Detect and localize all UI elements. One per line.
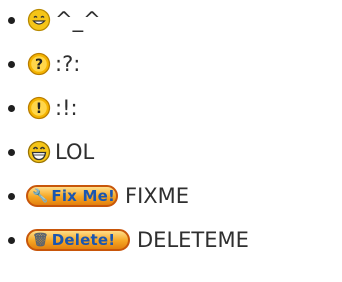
lol-face-icon	[27, 140, 51, 164]
list-item: LOL	[0, 136, 342, 168]
question-glyph: ?	[35, 57, 43, 73]
trash-icon: 🗑	[32, 232, 49, 248]
item-label: FIXME	[125, 184, 190, 208]
list-item: ? :?:	[0, 48, 342, 80]
fixme-badge-icon: 🔧 Fix Me!	[26, 184, 118, 208]
exclamation-glyph: !	[36, 101, 42, 117]
bullet	[8, 193, 15, 200]
bullet	[8, 149, 15, 156]
list-item: ! :!:	[0, 92, 342, 124]
item-label: :!:	[55, 96, 78, 120]
bullet	[8, 17, 15, 24]
item-label: :?:	[55, 52, 81, 76]
item-label: DELETEME	[137, 228, 249, 252]
wrench-icon: 🔧	[32, 188, 49, 204]
list-item: 🗑 Delete! DELETEME	[0, 224, 342, 256]
bullet	[8, 105, 15, 112]
delete-badge-text: Delete!	[51, 231, 116, 249]
fixme-badge-text: Fix Me!	[51, 187, 116, 205]
grinning-face-icon	[27, 8, 51, 32]
exclamation-icon: !	[27, 96, 51, 120]
item-label: ^_^	[55, 8, 101, 32]
bullet	[8, 237, 15, 244]
delete-badge-icon: 🗑 Delete!	[26, 228, 130, 252]
item-label: LOL	[55, 140, 95, 164]
list-item: 🔧 Fix Me! FIXME	[0, 180, 342, 212]
question-icon: ?	[27, 52, 51, 76]
bullet	[8, 61, 15, 68]
list-item: ^_^	[0, 4, 342, 36]
